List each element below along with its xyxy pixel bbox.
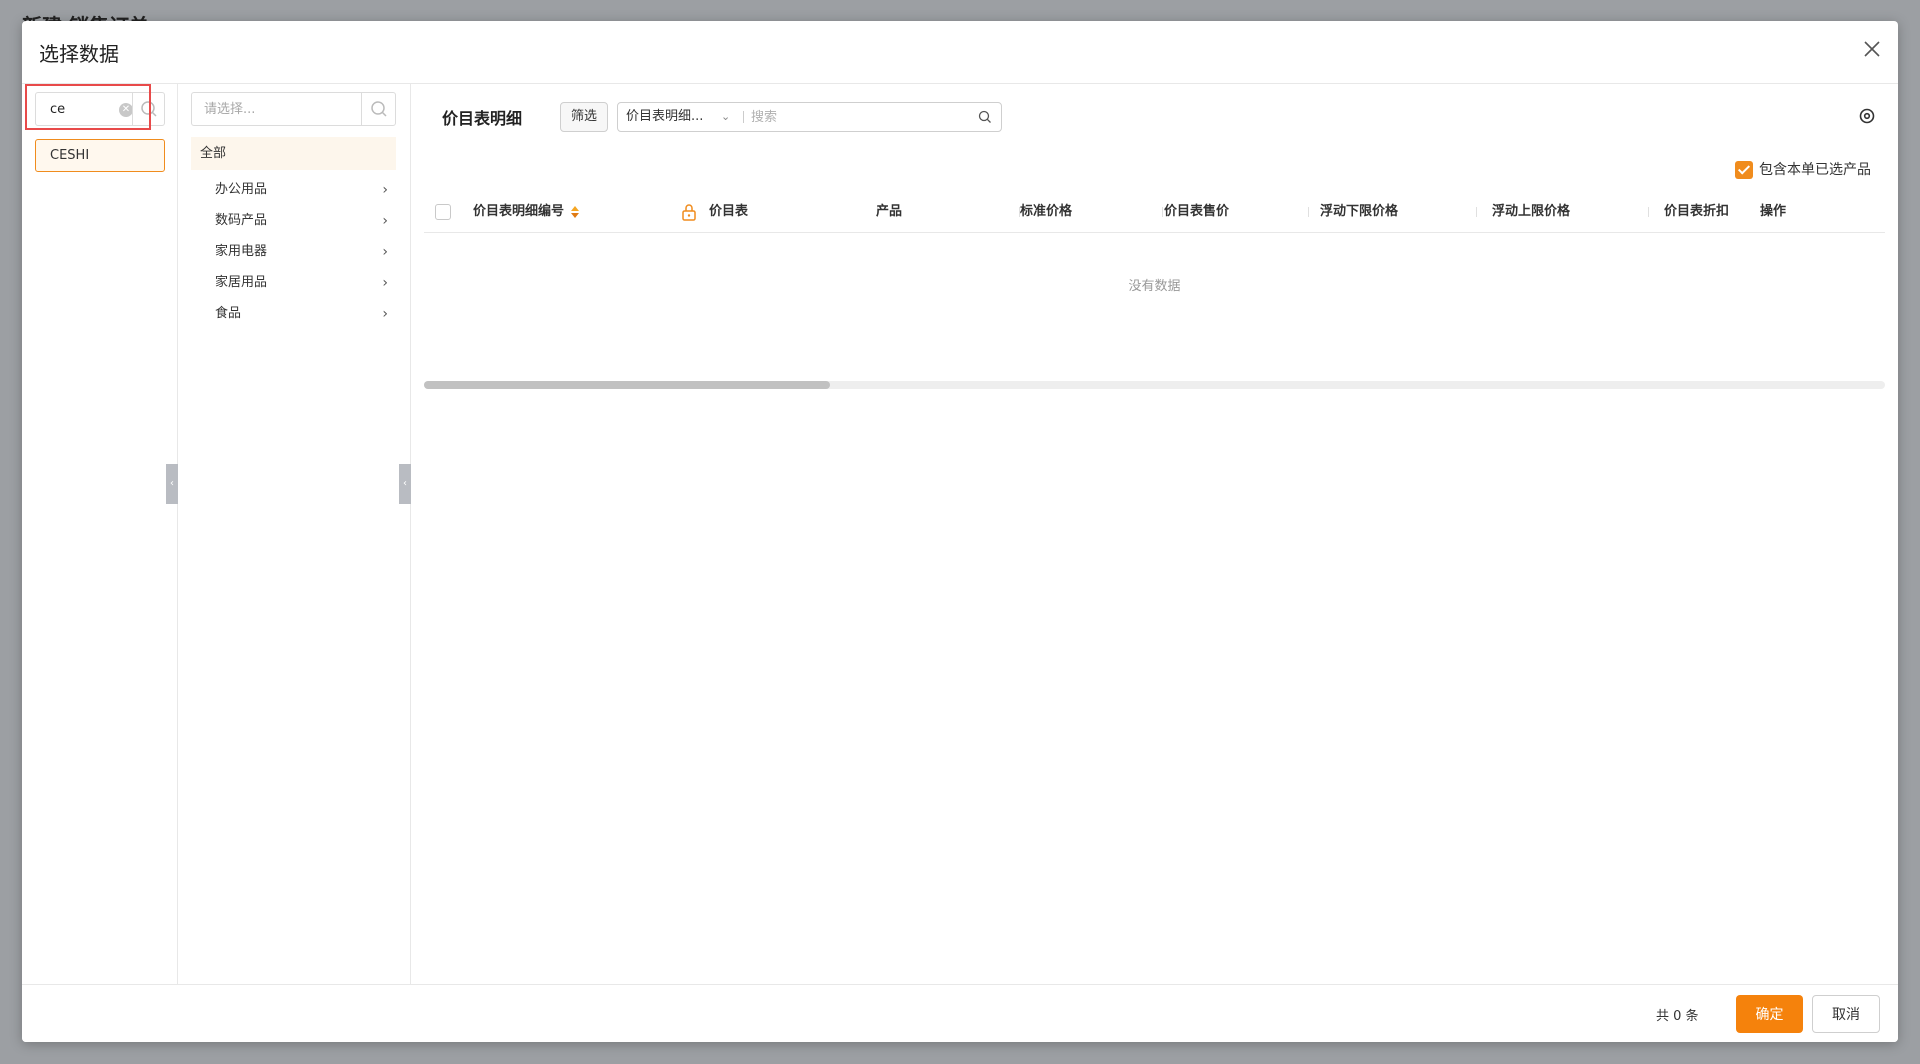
search-icon[interactable] [977, 109, 993, 125]
column-separator [1648, 207, 1649, 217]
divider [743, 111, 744, 123]
dialog-header: 选择数据 [22, 21, 1898, 84]
dialog-footer: 共 0 条 确定 取消 [22, 984, 1898, 1042]
include-selected-checkbox[interactable]: 包含本单已选产品 [1735, 159, 1871, 179]
scrollbar-thumb[interactable] [424, 381, 830, 389]
total-count: 共 0 条 [1656, 1009, 1699, 1024]
left-filter-panel: ✕ CESHI [22, 84, 178, 984]
category-search-input[interactable] [192, 93, 362, 125]
include-selected-label: 包含本单已选产品 [1759, 162, 1871, 178]
category-search-button[interactable] [361, 93, 395, 125]
settings-icon[interactable] [1857, 106, 1877, 126]
category-label: 数码产品 [215, 213, 268, 228]
category-label: 办公用品 [215, 182, 268, 197]
column-header[interactable]: 价目表 [709, 191, 748, 233]
clear-icon[interactable]: ✕ [119, 103, 133, 117]
column-header[interactable]: 价目表明细编号 [473, 191, 580, 233]
close-icon[interactable] [1860, 37, 1884, 61]
cancel-button[interactable]: 取消 [1812, 995, 1880, 1033]
dialog-title: 选择数据 [39, 42, 119, 66]
category-label: 家用电器 [215, 244, 268, 259]
column-header[interactable]: 标准价格 [1020, 191, 1072, 233]
lock-icon[interactable] [681, 203, 697, 221]
category-item[interactable]: 办公用品 › [191, 175, 396, 205]
search-input[interactable] [751, 103, 971, 131]
column-separator [1162, 207, 1163, 217]
column-header[interactable]: 浮动下限价格 [1320, 191, 1398, 233]
column-separator [1308, 207, 1309, 217]
filter-button[interactable]: 筛选 [560, 102, 608, 132]
category-item[interactable]: 数码产品 › [191, 206, 396, 236]
chevron-down-icon[interactable]: ⌄ [721, 103, 730, 131]
horizontal-scrollbar[interactable] [424, 381, 1885, 389]
chevron-right-icon: › [382, 306, 388, 322]
column-header-label: 价目表明细编号 [473, 204, 565, 219]
main-content: 价目表明细 筛选 价目表明细... ⌄ 包含本单已选产品 价目表明细编号 价目表… [411, 84, 1898, 984]
left-search-box: ✕ [35, 92, 165, 126]
category-item[interactable]: 家用电器 › [191, 237, 396, 267]
category-label: 食品 [215, 306, 242, 321]
column-header[interactable]: 浮动上限价格 [1492, 191, 1570, 233]
confirm-button[interactable]: 确定 [1736, 995, 1803, 1033]
category-panel: 全部 办公用品 › 数码产品 › 家用电器 › 家居用品 › 食品 › [178, 84, 411, 984]
chevron-right-icon: › [382, 182, 388, 198]
left-search-input[interactable] [37, 94, 132, 124]
category-item[interactable]: 家居用品 › [191, 268, 396, 298]
left-list-item[interactable]: CESHI [35, 139, 165, 172]
search-field-select[interactable]: 价目表明细... [626, 103, 703, 131]
checkbox-checked[interactable] [1735, 161, 1753, 179]
search-combo: 价目表明细... ⌄ [617, 102, 1002, 132]
category-item[interactable]: 食品 › [191, 299, 396, 329]
search-icon [371, 101, 387, 117]
page-title: 价目表明细 [442, 109, 523, 128]
select-all-checkbox[interactable] [435, 204, 451, 220]
chevron-right-icon: › [382, 244, 388, 260]
empty-state: 没有数据 [1128, 279, 1181, 294]
column-separator [1476, 207, 1477, 217]
column-header[interactable]: 操作 [1760, 191, 1786, 233]
category-search-box [191, 92, 396, 126]
column-header[interactable]: 产品 [876, 191, 902, 233]
table-header: 价目表明细编号 价目表 产品 标准价格 价目表售价 浮动下限价格 浮动上限价格 … [424, 191, 1885, 233]
left-search-button[interactable] [132, 93, 164, 125]
category-label: 家居用品 [215, 275, 268, 290]
collapse-left-handle[interactable]: ‹ [166, 464, 178, 504]
data-table: 价目表明细编号 价目表 产品 标准价格 价目表售价 浮动下限价格 浮动上限价格 … [424, 191, 1885, 389]
collapse-category-handle[interactable]: ‹ [399, 464, 411, 504]
search-icon [141, 101, 157, 117]
select-data-dialog: 选择数据 ✕ CESHI ‹ 全部 办公用品 › 数码产品 › 家用电器 › 家居用品… [22, 21, 1898, 1042]
column-header[interactable]: 价目表售价 [1164, 191, 1229, 233]
chevron-right-icon: › [382, 275, 388, 291]
chevron-right-icon: › [382, 213, 388, 229]
sort-icon[interactable] [570, 205, 580, 219]
column-header[interactable]: 价目表折扣 [1664, 191, 1729, 233]
category-all[interactable]: 全部 [191, 137, 396, 170]
